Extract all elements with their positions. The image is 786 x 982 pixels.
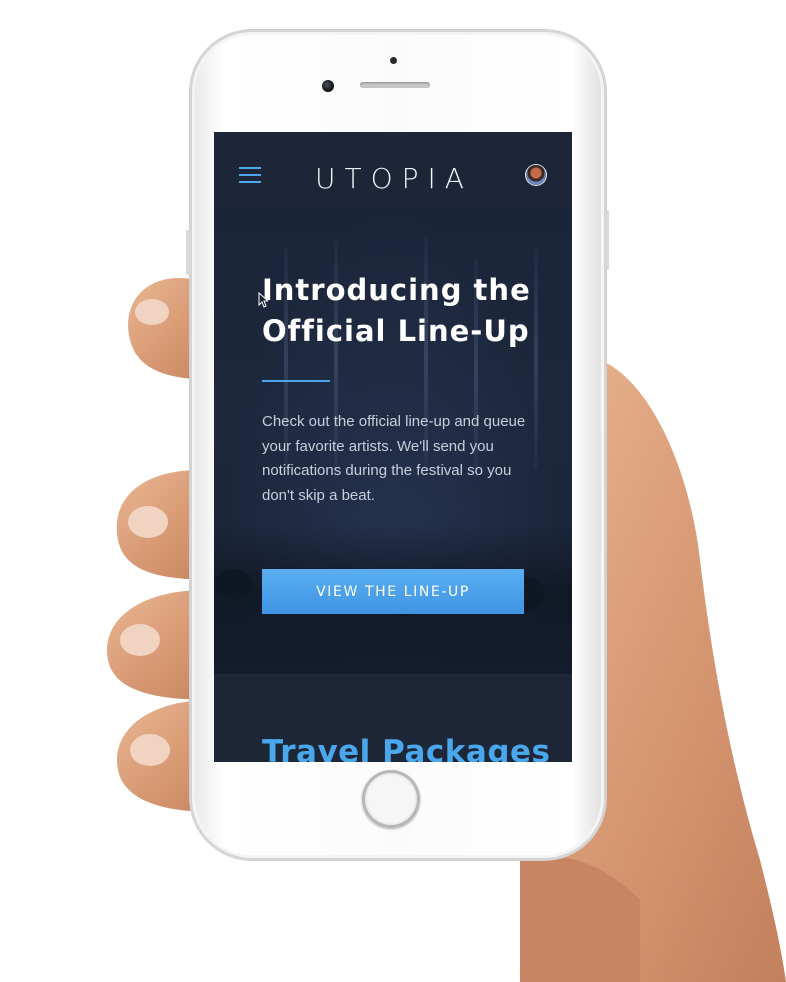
travel-packages-section: Travel Packages	[214, 674, 572, 762]
phone-power-button	[606, 210, 609, 270]
hero-title-line1: Introducing the	[262, 273, 531, 307]
phone-screen: UTOPIA Introducing the Official Line-Up …	[214, 132, 572, 762]
phone-proximity-sensor	[390, 57, 397, 64]
home-button[interactable]	[362, 770, 420, 828]
hamburger-menu-icon[interactable]	[239, 167, 261, 183]
user-avatar[interactable]	[526, 165, 546, 185]
hero-title: Introducing the Official Line-Up	[262, 270, 552, 352]
travel-packages-title: Travel Packages	[262, 734, 551, 762]
phone-side-button	[186, 230, 190, 275]
utopia-logo: UTOPIA	[315, 162, 473, 195]
view-lineup-button[interactable]: VIEW THE LINE-UP	[262, 569, 524, 614]
title-divider	[262, 380, 330, 382]
hero-description: Check out the official line-up and queue…	[262, 413, 526, 504]
front-camera-icon	[322, 80, 334, 92]
phone-speaker	[360, 82, 430, 88]
hero-title-line2: Official Line-Up	[262, 314, 530, 348]
mouse-pointer-icon	[258, 292, 268, 308]
top-nav-bar: UTOPIA	[214, 132, 572, 208]
